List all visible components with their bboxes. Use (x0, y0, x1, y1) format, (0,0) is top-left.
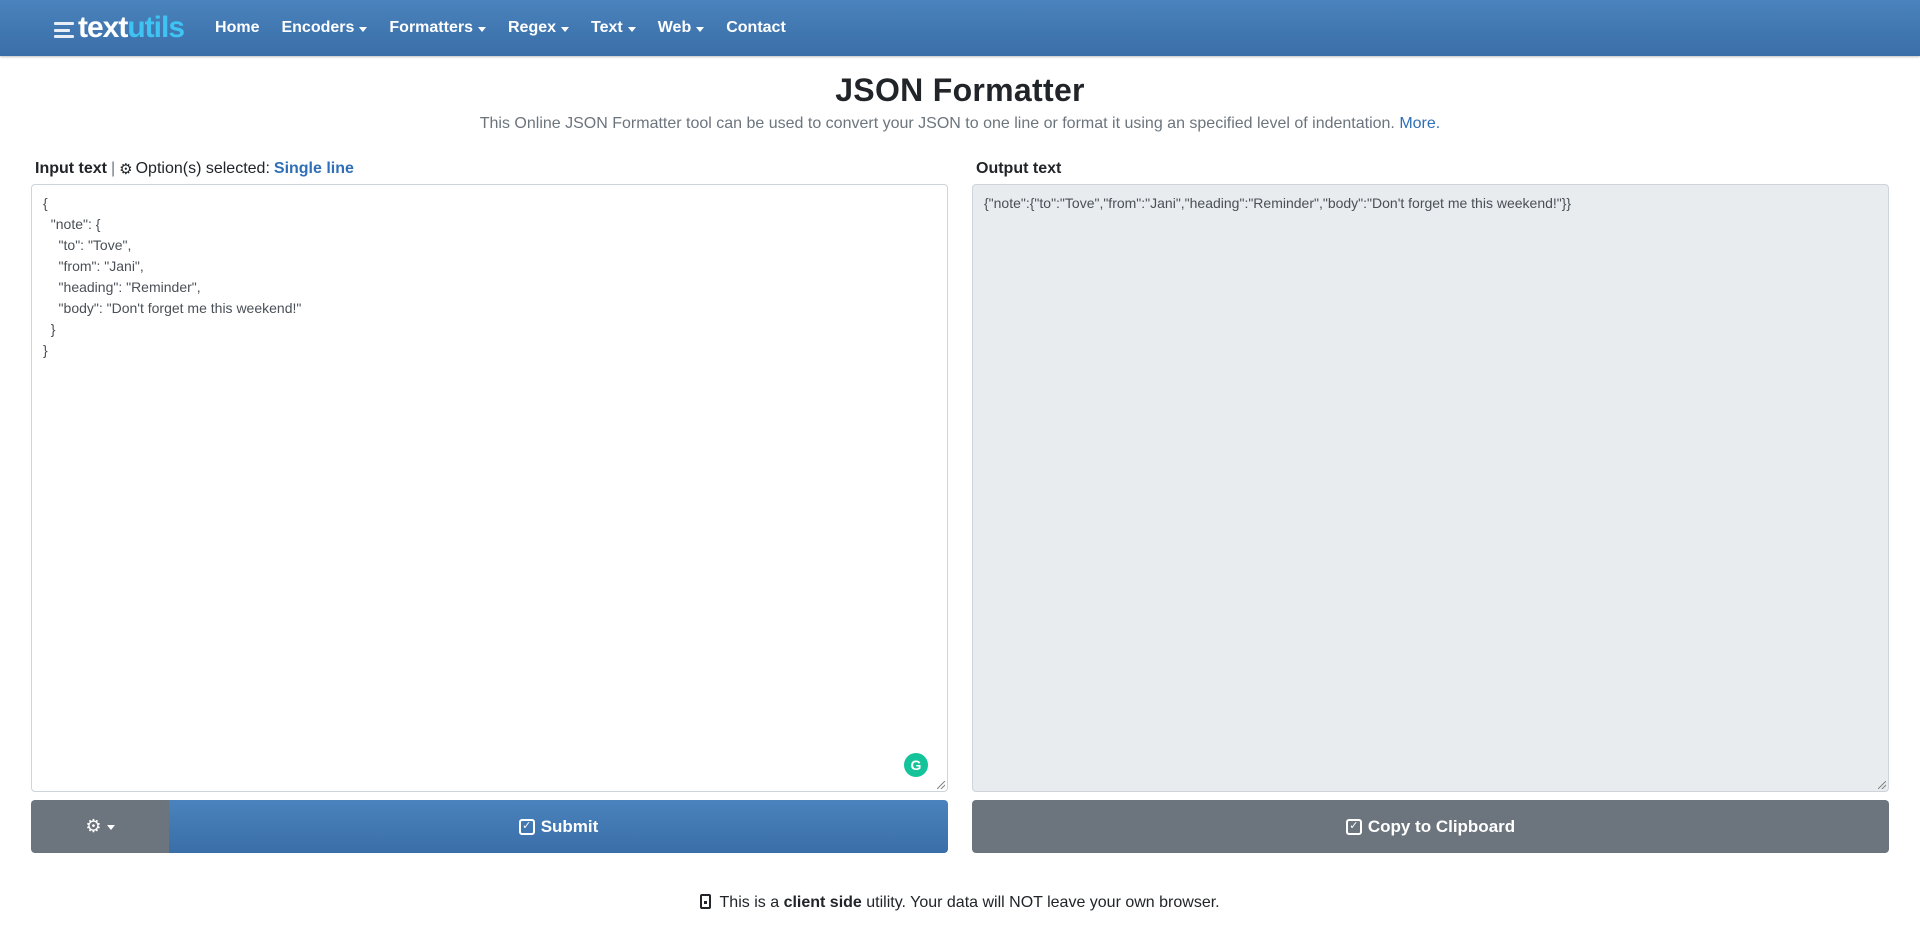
page-header: JSON Formatter This Online JSON Formatte… (0, 72, 1920, 133)
caret-down-icon (359, 26, 368, 32)
more-link[interactable]: More. (1399, 115, 1440, 132)
tool-panels: Input text | ⚙ Option(s) selected: Singl… (31, 156, 1889, 853)
page-subtitle: This Online JSON Formatter tool can be u… (479, 115, 1441, 132)
navbar: textutils Home Encoders Formatters Regex… (0, 0, 1920, 56)
nav-regex[interactable]: Regex (497, 19, 580, 37)
options-value[interactable]: Single line (274, 160, 354, 178)
nav-web[interactable]: Web (647, 19, 715, 37)
caret-down-icon (696, 26, 705, 32)
page-title: JSON Formatter (835, 72, 1085, 108)
options-dropdown-button[interactable]: ⚙ (31, 800, 169, 853)
input-textarea[interactable]: { "note": { "to": "Tove", "from": "Jani"… (31, 184, 948, 792)
menu-icon (54, 22, 74, 38)
nav-contact[interactable]: Contact (715, 19, 797, 37)
gear-icon: ⚙ (119, 161, 133, 178)
footer-note: This is a client side utility. Your data… (0, 894, 1920, 912)
output-button-row: ✓ Copy to Clipboard (972, 800, 1889, 853)
input-label-row: Input text | ⚙ Option(s) selected: Singl… (31, 156, 948, 182)
output-textarea[interactable]: {"note":{"to":"Tove","from":"Jani","head… (972, 184, 1889, 792)
grammarly-icon[interactable]: G (904, 753, 928, 777)
input-panel: Input text | ⚙ Option(s) selected: Singl… (31, 156, 948, 853)
brand-logo[interactable]: textutils (54, 11, 185, 44)
submit-button[interactable]: ✓ Submit (169, 800, 948, 853)
check-square-icon: ✓ (518, 818, 535, 835)
input-button-row: ⚙ ✓ Submit (31, 800, 948, 853)
caret-down-icon (561, 26, 570, 32)
gear-icon: ⚙ (85, 816, 102, 836)
nav-encoders[interactable]: Encoders (270, 19, 378, 37)
nav-text[interactable]: Text (580, 19, 647, 37)
caret-down-icon (477, 26, 486, 32)
output-label: Output text (976, 160, 1062, 177)
options-label: Option(s) selected: (135, 160, 270, 177)
resize-handle-icon[interactable] (937, 781, 945, 789)
input-label: Input text (35, 160, 107, 177)
lock-icon (700, 894, 712, 909)
output-panel: Output text {"note":{"to":"Tove","from":… (972, 156, 1889, 853)
caret-down-icon (627, 26, 636, 32)
nav-formatters[interactable]: Formatters (378, 19, 497, 37)
clipboard-icon: ✓ (1345, 818, 1362, 835)
resize-handle-icon[interactable] (1878, 781, 1886, 789)
nav-home[interactable]: Home (204, 19, 270, 37)
copy-to-clipboard-button[interactable]: ✓ Copy to Clipboard (972, 800, 1889, 853)
label-separator: | (111, 160, 116, 177)
brand-text: textutils (78, 11, 185, 44)
caret-down-icon (106, 825, 115, 830)
output-label-row: Output text (972, 156, 1889, 182)
